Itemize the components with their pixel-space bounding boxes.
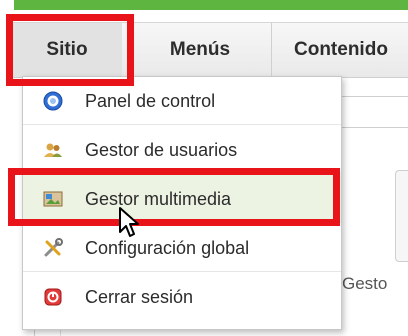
background-partial-label: Gesto xyxy=(342,274,388,293)
highlight-box-gestor-multimedia xyxy=(8,168,340,226)
menu-menus[interactable]: Menús xyxy=(128,23,272,77)
background-card xyxy=(395,170,408,262)
background-input xyxy=(340,96,408,128)
mouse-pointer-icon xyxy=(119,207,139,237)
header-accent-bar xyxy=(14,0,408,10)
tools-icon xyxy=(44,238,63,257)
menu-item-gestor-usuarios[interactable]: Gestor de usuarios xyxy=(23,126,341,174)
menu-item-configuracion-global[interactable]: Configuración global xyxy=(23,224,341,272)
menu-item-cerrar-sesion[interactable]: Cerrar sesión xyxy=(23,273,341,321)
menu-item-label: Configuración global xyxy=(85,238,250,258)
menu-item-label: Gestor de usuarios xyxy=(85,140,238,160)
menu-item-label: Cerrar sesión xyxy=(85,287,194,307)
users-icon xyxy=(44,143,62,157)
logout-icon xyxy=(44,288,62,306)
control-panel-icon xyxy=(43,91,63,111)
menu-contenido[interactable]: Contenido xyxy=(274,23,408,77)
highlight-box-sitio xyxy=(6,14,134,86)
